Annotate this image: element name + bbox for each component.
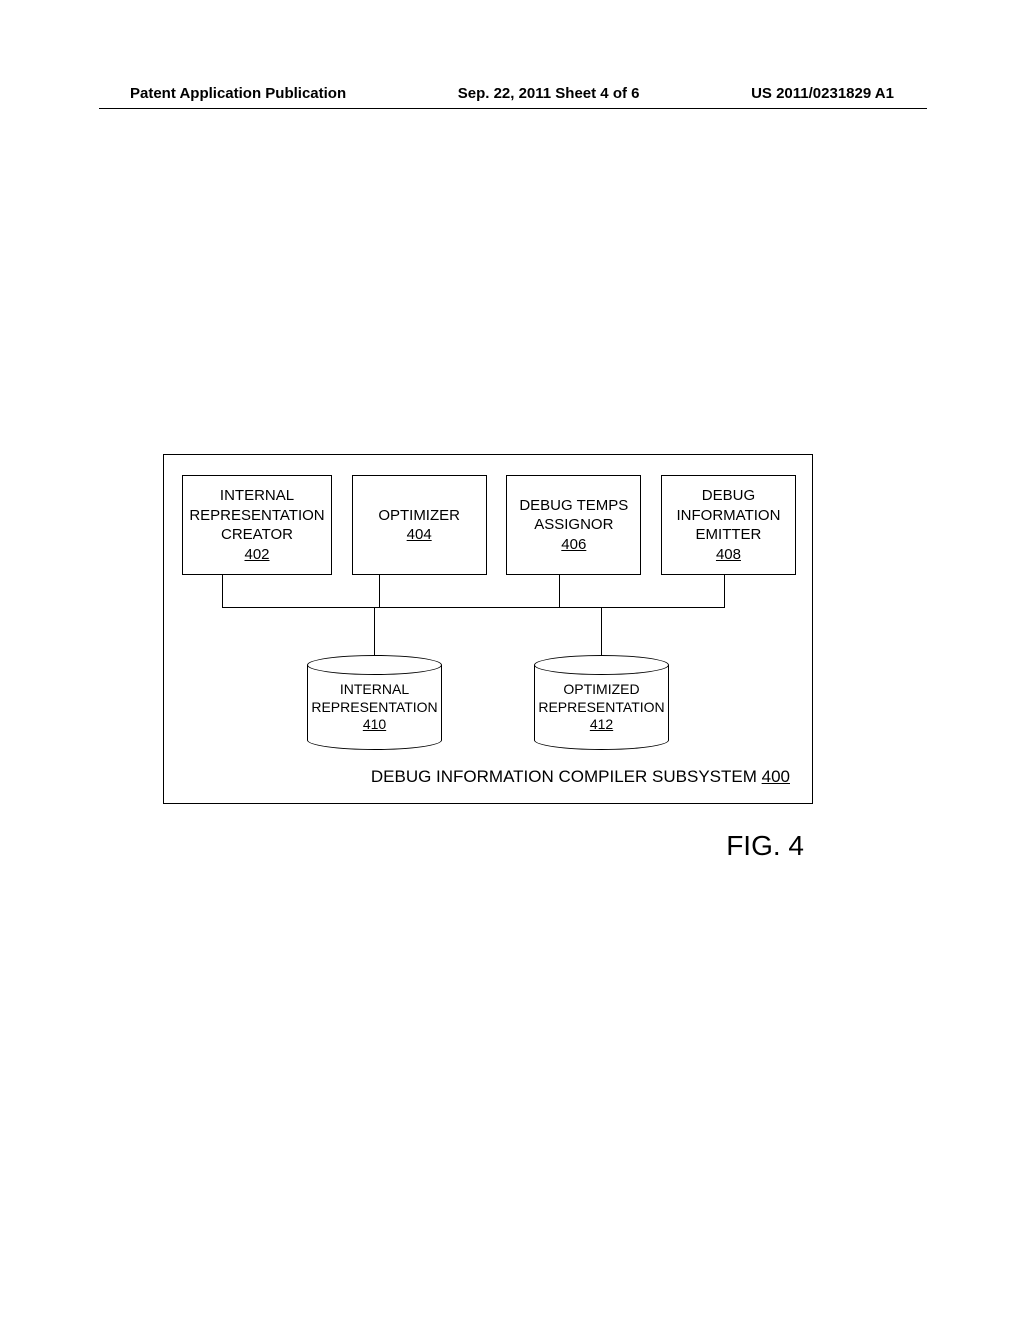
system-caption: DEBUG INFORMATION COMPILER SUBSYSTEM 400 <box>371 767 790 787</box>
cyl-line: REPRESENTATION <box>311 699 437 715</box>
box-line: INTERNAL <box>220 486 294 506</box>
box-line: EMITTER <box>696 525 762 545</box>
box-ref: 408 <box>716 545 741 565</box>
figure-label: FIG. 4 <box>726 830 804 862</box>
box-line: REPRESENTATION <box>189 506 324 526</box>
page-header: Patent Application Publication Sep. 22, … <box>0 85 1024 102</box>
cylinder-optimized-representation: OPTIMIZED REPRESENTATION 412 <box>534 655 669 750</box>
connector <box>601 607 602 655</box>
box-line: INFORMATION <box>677 506 781 526</box>
box-ref: 402 <box>244 545 269 565</box>
connector <box>379 575 380 607</box>
box-line: DEBUG TEMPS <box>519 496 628 516</box>
box-line: ASSIGNOR <box>534 515 613 535</box>
connector <box>559 575 560 607</box>
box-line: CREATOR <box>221 525 293 545</box>
cylinder-label: INTERNAL REPRESENTATION 410 <box>307 681 442 734</box>
box-line: OPTIMIZER <box>378 506 460 526</box>
header-rule <box>99 108 927 109</box>
header-pub-number: US 2011/0231829 A1 <box>751 85 894 102</box>
cyl-ref: 410 <box>363 716 386 732</box>
cyl-line: REPRESENTATION <box>538 699 664 715</box>
cylinder-internal-representation: INTERNAL REPRESENTATION 410 <box>307 655 442 750</box>
box-debug-information-emitter: DEBUG INFORMATION EMITTER 408 <box>661 475 796 575</box>
caption-text: DEBUG INFORMATION COMPILER SUBSYSTEM <box>371 767 757 786</box>
cylinder-top <box>307 655 442 675</box>
caption-ref: 400 <box>762 767 790 786</box>
connector <box>374 607 375 655</box>
header-date-sheet: Sep. 22, 2011 Sheet 4 of 6 <box>458 85 640 102</box>
connector <box>222 607 725 608</box>
box-optimizer: OPTIMIZER 404 <box>352 475 487 575</box>
cylinder-label: OPTIMIZED REPRESENTATION 412 <box>534 681 669 734</box>
connector <box>222 575 223 607</box>
cyl-line: INTERNAL <box>340 681 409 697</box>
cyl-ref: 412 <box>590 716 613 732</box>
connector <box>724 575 725 607</box>
cylinder-top <box>534 655 669 675</box>
box-internal-representation-creator: INTERNAL REPRESENTATION CREATOR 402 <box>182 475 332 575</box>
header-publication: Patent Application Publication <box>130 85 346 102</box>
component-row: INTERNAL REPRESENTATION CREATOR 402 OPTI… <box>182 475 796 575</box>
box-debug-temps-assignor: DEBUG TEMPS ASSIGNOR 406 <box>506 475 641 575</box>
box-line: DEBUG <box>702 486 755 506</box>
diagram: INTERNAL REPRESENTATION CREATOR 402 OPTI… <box>163 430 813 805</box>
cyl-line: OPTIMIZED <box>563 681 639 697</box>
box-ref: 404 <box>407 525 432 545</box>
box-ref: 406 <box>561 535 586 555</box>
system-box: INTERNAL REPRESENTATION CREATOR 402 OPTI… <box>163 454 813 804</box>
